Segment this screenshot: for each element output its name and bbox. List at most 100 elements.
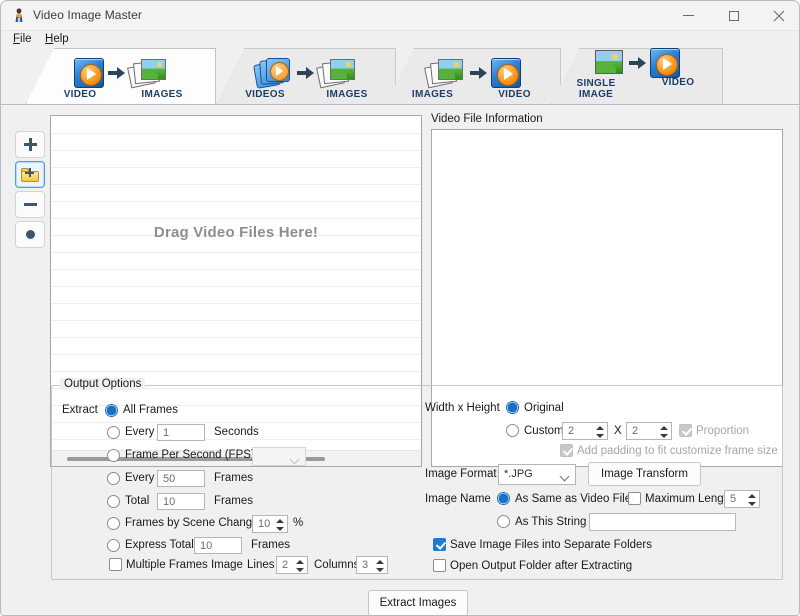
chevron-down-icon [560, 472, 570, 482]
select-image-format[interactable]: *.JPG [498, 464, 576, 485]
label-size-custom: Custom [524, 425, 564, 437]
label-proportion: Proportion [696, 425, 749, 437]
output-options-legend: Output Options [60, 378, 145, 390]
extract-images-button-label: Extract Images [380, 597, 457, 609]
radio-name-as-string[interactable] [497, 515, 510, 528]
checkbox-proportion[interactable] [679, 424, 692, 437]
label-every-frames: Every [125, 472, 154, 484]
extract-images-button[interactable]: Extract Images [368, 590, 468, 616]
image-transform-button[interactable]: Image Transform [588, 462, 701, 486]
tab-single-image-to-video[interactable]: SINGLE IMAGE VIDEO [551, 48, 723, 104]
dot-icon [26, 230, 35, 239]
radio-name-same-as-video[interactable] [497, 492, 510, 505]
label-total-frames: Total [125, 495, 149, 507]
menu-item-file[interactable]: File [9, 33, 36, 45]
images-icon [318, 57, 358, 89]
menu-item-help[interactable]: Help [41, 33, 73, 45]
radio-all-frames[interactable] [105, 404, 118, 417]
tab-graphic-video-to-images [74, 56, 169, 90]
label-image-name: Image Name [425, 493, 491, 505]
checkbox-separate-folders[interactable] [433, 538, 446, 551]
label-image-format: Image Format [425, 468, 497, 480]
label-every-frames-suffix: Frames [214, 472, 253, 484]
select-fps[interactable] [252, 447, 306, 466]
label-size-original: Original [524, 402, 564, 414]
input-express-total[interactable]: 10 [194, 537, 242, 554]
spinner-custom-width-value: 2 [568, 425, 574, 437]
tab-strip: VIDEO IMAGES VIDEOS [1, 48, 800, 104]
input-every-seconds[interactable]: 1 [157, 424, 205, 441]
clear-list-button[interactable] [15, 221, 45, 248]
spinner-maximum-length-value: 5 [730, 493, 736, 505]
close-button[interactable] [756, 1, 800, 30]
label-all-frames: All Frames [123, 404, 178, 416]
label-size-x: X [614, 425, 622, 437]
spinner-maximum-length-arrows[interactable] [746, 492, 757, 508]
plus-icon [24, 138, 37, 151]
video-icon [74, 58, 104, 88]
tab-graphic-images-to-video [426, 56, 521, 90]
select-image-format-value: *.JPG [504, 468, 533, 480]
spinner-columns-arrows[interactable] [374, 558, 385, 574]
add-folder-button[interactable] [15, 161, 45, 188]
maximize-button[interactable] [711, 1, 756, 30]
spinner-custom-width-arrows[interactable] [594, 424, 605, 440]
add-file-button[interactable] [15, 131, 45, 158]
label-express-total-suffix: Frames [251, 539, 290, 551]
label-add-padding: Add padding to fit customize frame size [577, 445, 778, 457]
checkbox-multiple-frames-image[interactable] [109, 558, 122, 571]
checkbox-open-output-folder[interactable] [433, 559, 446, 572]
radio-every-seconds[interactable] [107, 426, 120, 439]
spinner-maximum-length[interactable]: 5 [724, 490, 760, 508]
single-image-icon [595, 50, 625, 76]
spinner-columns[interactable]: 3 [356, 556, 388, 574]
label-name-same-as-video: As Same as Video File [515, 493, 631, 505]
tab-graphic-videos-to-images [255, 56, 358, 90]
spinner-custom-height-arrows[interactable] [658, 424, 669, 440]
spinner-lines[interactable]: 2 [276, 556, 308, 574]
radio-size-original[interactable] [506, 401, 519, 414]
input-name-as-string[interactable] [589, 513, 736, 531]
tab-videos-to-images[interactable]: VIDEOS IMAGES [216, 48, 396, 104]
video-info-label: Video File Information [431, 113, 543, 125]
label-scene-change: Frames by Scene Change [125, 517, 259, 529]
spinner-lines-arrows[interactable] [294, 558, 305, 574]
input-every-frames[interactable]: 50 [157, 470, 205, 487]
image-transform-button-label: Image Transform [601, 468, 688, 480]
output-options-group: Output Options Extract All Frames Every … [51, 385, 783, 580]
label-width-height: Width x Height [425, 402, 500, 414]
tab-label-source: IMAGES [404, 90, 462, 100]
checkbox-add-padding[interactable] [560, 444, 573, 457]
label-lines: Lines [247, 559, 275, 571]
tab-label-target: VIDEO [486, 90, 544, 100]
label-total-frames-suffix: Frames [214, 495, 253, 507]
tab-video-to-images[interactable]: VIDEO IMAGES [26, 48, 216, 104]
label-seconds-suffix: Seconds [214, 426, 259, 438]
remove-file-button[interactable] [15, 191, 45, 218]
spinner-scene-change[interactable]: 10 [252, 515, 288, 533]
arrow-right-icon [470, 64, 487, 82]
radio-express-total[interactable] [107, 539, 120, 552]
spinner-custom-width[interactable]: 2 [562, 422, 608, 440]
tab-images-to-video[interactable]: IMAGES VIDEO [386, 48, 561, 104]
radio-fps[interactable] [107, 449, 120, 462]
label-fps: Frame Per Second (FPS) [125, 449, 255, 461]
tab-label-source: VIDEOS [236, 90, 294, 100]
checkbox-maximum-length[interactable] [628, 492, 641, 505]
arrow-right-icon [108, 64, 125, 82]
input-total-frames[interactable]: 10 [157, 493, 205, 510]
spinner-scene-change-value: 10 [258, 518, 270, 530]
radio-scene-change[interactable] [107, 517, 120, 530]
minimize-button[interactable] [666, 1, 711, 30]
label-open-output-folder: Open Output Folder after Extracting [450, 560, 632, 572]
minus-icon [24, 203, 37, 206]
drop-hint-text: Drag Video Files Here! [51, 224, 421, 241]
spinner-custom-height[interactable]: 2 [626, 422, 672, 440]
spinner-scene-change-arrows[interactable] [274, 517, 285, 533]
radio-size-custom[interactable] [506, 424, 519, 437]
label-name-as-string: As This String [515, 516, 586, 528]
extract-label: Extract [62, 404, 98, 416]
images-icon [129, 57, 169, 89]
radio-every-frames[interactable] [107, 472, 120, 485]
radio-total-frames[interactable] [107, 495, 120, 508]
